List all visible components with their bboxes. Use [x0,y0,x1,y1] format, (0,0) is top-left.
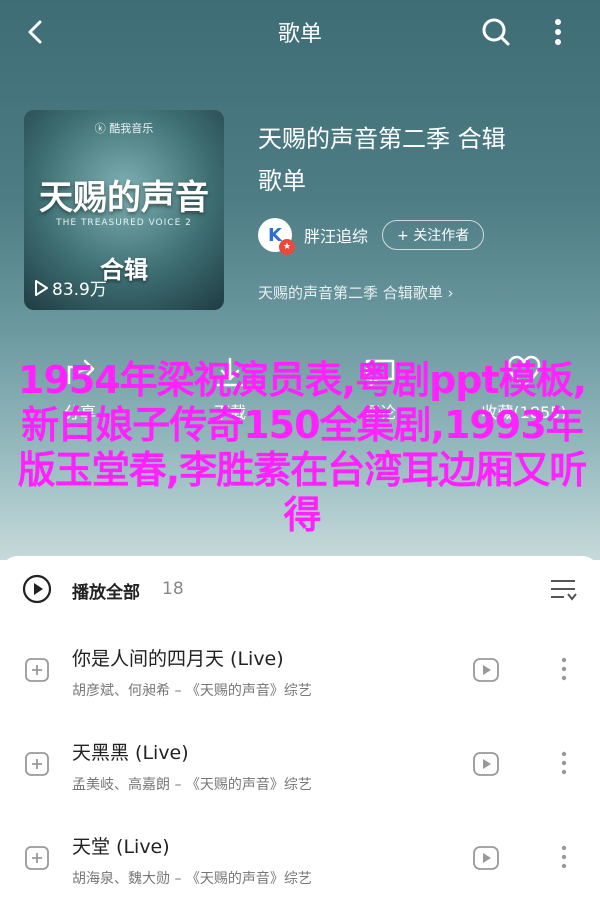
song-list: 播放全部 18 你是人间的四月天 (Live) 胡彦斌、何昶希 – 《天赐的声音… [0,556,600,922]
cover-show-name: 天赐的声音 [39,178,209,218]
list-select-icon[interactable] [548,576,578,604]
creator-row: K ★ 胖汪追综 + 关注作者 [258,218,485,255]
song-title: 天黑黑 (Live) [72,742,189,764]
play-all-label: 播放全部 [72,583,140,603]
page-title: 歌单 [277,22,322,47]
creator-name[interactable]: 胖汪追综 [304,223,368,247]
cover-brand: ⓚ 酷我音乐 [94,122,154,135]
song-more-icon[interactable] [556,654,572,684]
playlist-description[interactable]: 天赐的声音第二季 合辑歌单 › [258,282,454,303]
add-to-playlist-icon[interactable] [24,657,50,683]
back-arrow-icon[interactable] [18,14,54,50]
song-meta: 孟美岐、高嘉朗 – 《天赐的声音》综艺 [72,777,312,793]
mv-play-icon[interactable] [472,750,500,778]
overlay-text: 1954年梁祝演员表,粤剧ppt模板,新白娘子传奇150全集剧,1993年版玉堂… [17,358,587,537]
playlist-title-line2: 歌单 [258,167,306,195]
add-to-playlist-icon[interactable] [24,845,50,871]
mv-play-icon[interactable] [472,656,500,684]
play-triangle-icon [35,279,48,296]
song-meta: 胡彦斌、何昶希 – 《天赐的声音》综艺 [72,683,312,699]
play-all-row[interactable]: 播放全部 18 [0,556,600,624]
cover-english-name: THE TREASURED VOICE 2 [56,218,192,228]
more-icon[interactable] [540,14,576,50]
song-row[interactable]: 天黑黑 (Live) 孟美岐、高嘉朗 – 《天赐的声音》综艺 [0,718,600,812]
song-more-icon[interactable] [556,842,572,872]
song-row[interactable]: 天堂 (Live) 胡海泉、魏大勋 – 《天赐的声音》综艺 [0,812,600,906]
top-bar: 歌单 [0,0,600,64]
search-icon[interactable] [478,14,514,50]
song-title: 你是人间的四月天 (Live) [72,648,284,670]
playlist-info: 天赐的声音第二季 合辑 歌单 [258,118,588,202]
creator-avatar[interactable]: K ★ [258,218,295,255]
playlist-cover[interactable]: ⓚ 酷我音乐 天赐的声音 THE TREASURED VOICE 2 合辑 83… [24,110,224,310]
play-count: 83.9万 [34,275,107,300]
song-count: 18 [162,579,184,599]
song-title: 天堂 (Live) [72,836,170,858]
follow-button[interactable]: + 关注作者 [382,220,485,250]
add-to-playlist-icon[interactable] [24,751,50,777]
play-circle-icon[interactable] [22,574,52,604]
song-row[interactable]: 你是人间的四月天 (Live) 胡彦斌、何昶希 – 《天赐的声音》综艺 [0,624,600,718]
song-meta: 胡海泉、魏大勋 – 《天赐的声音》综艺 [72,871,312,887]
play-count-value: 83.9万 [52,280,107,300]
mv-play-icon[interactable] [472,844,500,872]
star-badge-icon: ★ [279,239,295,255]
playlist-title-line1: 天赐的声音第二季 合辑 [258,125,506,153]
song-more-icon[interactable] [556,748,572,778]
